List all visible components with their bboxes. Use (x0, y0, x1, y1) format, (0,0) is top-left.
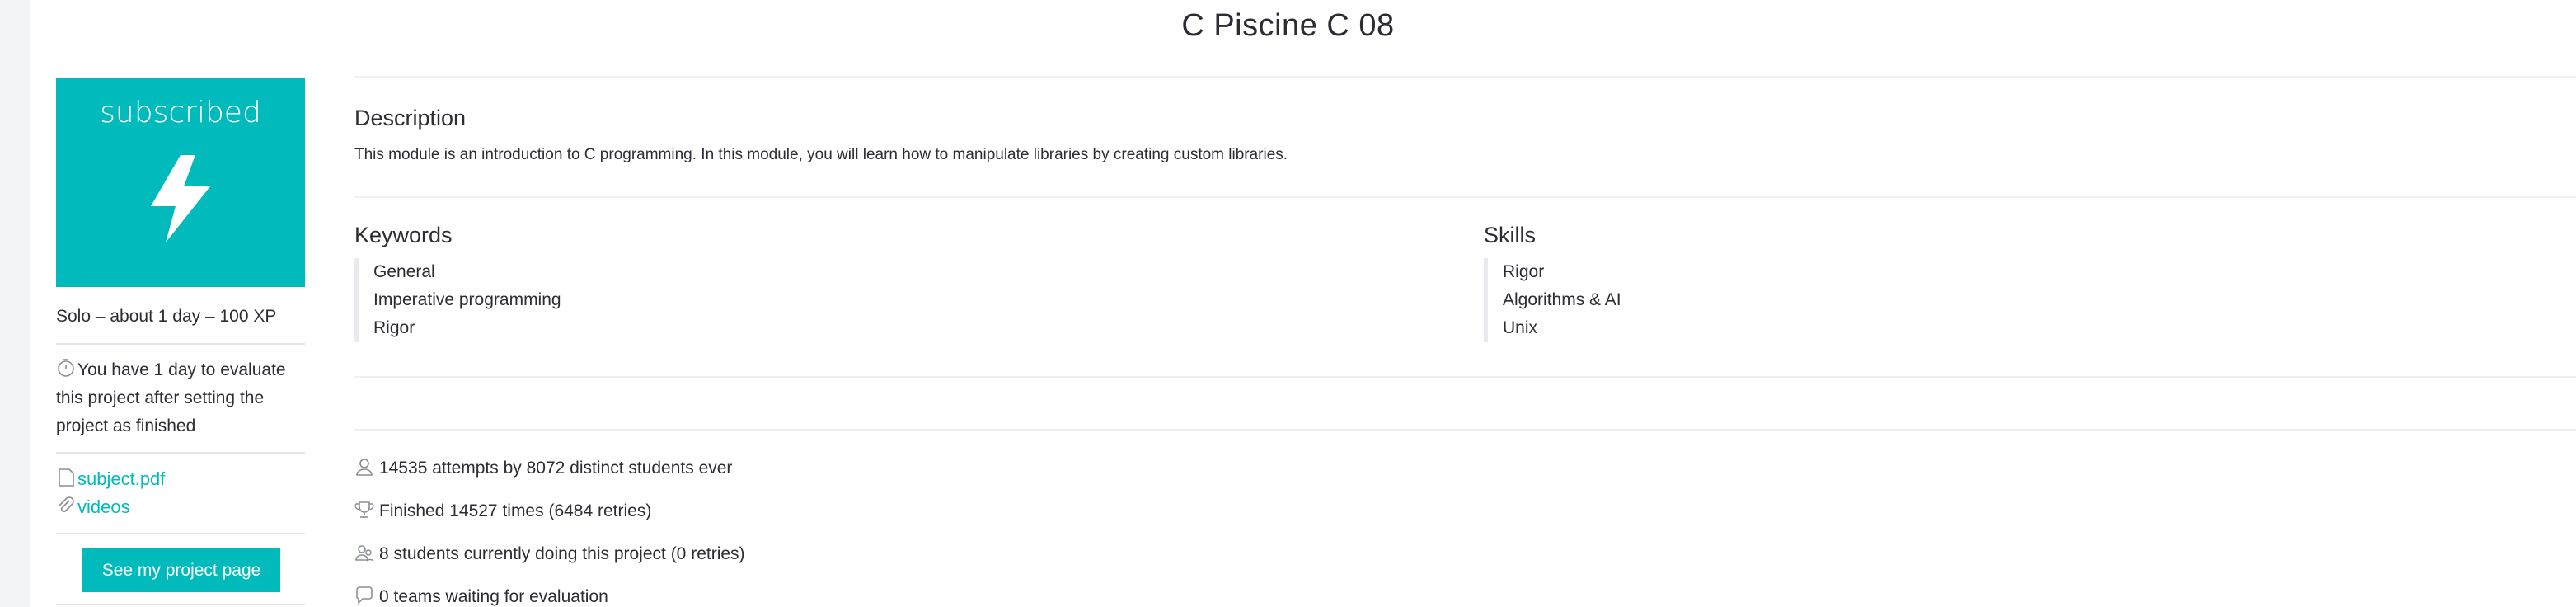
users-icon (355, 545, 374, 562)
stat-current-text: 8 students currently doing this project … (379, 544, 745, 563)
status-label: subscribed (100, 96, 261, 129)
evaluation-note: You have 1 day to evaluate this project … (56, 345, 305, 454)
keyword-item: General (373, 262, 435, 281)
paperclip-icon (59, 496, 74, 513)
stat-attempts: 14535 attempts by 8072 distinct students… (354, 447, 2576, 490)
section-divider (354, 378, 2576, 431)
timer-icon (58, 359, 74, 377)
subject-pdf-link[interactable]: subject.pdf (56, 465, 305, 493)
chat-icon (356, 586, 373, 605)
keywords-skills-section: Keywords General Imperative programming … (354, 198, 2576, 378)
document-icon (59, 468, 74, 487)
stat-waiting: 0 teams waiting for evaluation (354, 576, 2576, 607)
stat-finished-text: Finished 14527 times (6484 retries) (379, 501, 652, 520)
skills-column: Skills Rigor Algorithms & AI Unix (1484, 223, 1621, 342)
skills-list: Rigor Algorithms & AI Unix (1484, 258, 1621, 342)
keywords-list: General Imperative programming Rigor (354, 258, 561, 342)
keyword-item: Imperative programming (373, 290, 561, 309)
page-title: C Piscine C 08 (1181, 8, 1395, 43)
evaluation-note-text: You have 1 day to evaluate this project … (56, 360, 286, 435)
videos-link[interactable]: videos (56, 493, 305, 521)
status-card: subscribed (56, 78, 305, 287)
stat-finished: Finished 14527 times (6484 retries) (354, 490, 2576, 533)
project-meta: Solo – about 1 day – 100 XP (56, 307, 305, 345)
skills-heading: Skills (1484, 223, 1537, 247)
sidebar: subscribed Solo – about 1 day – 100 XP Y… (56, 78, 305, 605)
description-heading: Description (354, 106, 467, 130)
main-content: Description This module is an introducti… (354, 78, 2576, 607)
keywords-heading: Keywords (354, 223, 453, 247)
videos-label[interactable]: videos (77, 496, 130, 517)
see-project-page-button[interactable]: See my project page (82, 548, 280, 592)
keywords-column: Keywords General Imperative programming … (354, 223, 561, 342)
description-section: Description This module is an introducti… (354, 78, 2576, 198)
project-page: C Piscine C 08 subscribed Solo – about 1… (0, 0, 2576, 607)
stat-current: 8 students currently doing this project … (354, 533, 2576, 576)
stat-waiting-text: 0 teams waiting for evaluation (379, 587, 608, 606)
skill-item: Unix (1503, 318, 1538, 337)
subject-pdf-label[interactable]: subject.pdf (77, 468, 165, 489)
project-links: subject.pdf videos (56, 454, 305, 534)
stat-attempts-text: 14535 attempts by 8072 distinct students… (379, 459, 733, 478)
left-rail (0, 0, 30, 607)
description-text: This module is an introduction to C prog… (354, 146, 1288, 163)
skill-item: Algorithms & AI (1503, 290, 1621, 309)
skill-item: Rigor (1503, 262, 1545, 281)
trophy-icon (354, 501, 374, 518)
project-button-wrap: See my project page (56, 534, 305, 605)
user-icon (356, 459, 373, 476)
keyword-item: Rigor (373, 318, 415, 337)
project-stats: 14535 attempts by 8072 distinct students… (354, 431, 2576, 607)
bolt-icon (151, 155, 210, 242)
